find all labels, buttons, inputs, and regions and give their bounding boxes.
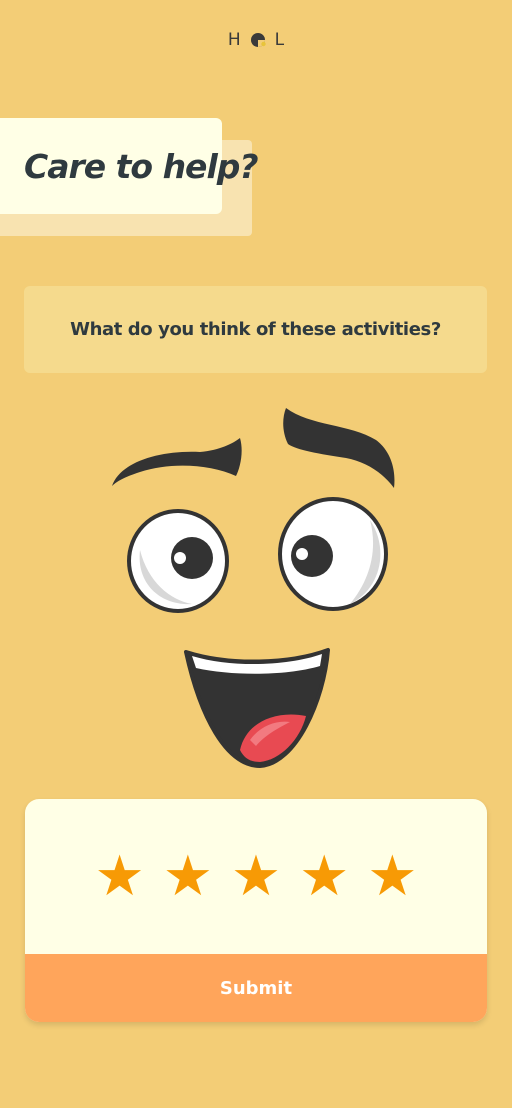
star-icon[interactable]: ★ xyxy=(94,848,144,905)
app-logo: H L xyxy=(0,30,512,50)
happy-face-icon xyxy=(112,408,395,768)
page-title: Care to help? xyxy=(24,146,259,186)
submit-button[interactable]: Submit xyxy=(25,954,487,1022)
left-eye xyxy=(127,509,229,613)
left-eyebrow xyxy=(112,438,242,486)
right-eyebrow xyxy=(283,408,395,488)
logo-mark-icon xyxy=(250,33,266,47)
rating-card: ★ ★ ★ ★ ★ Submit xyxy=(25,799,487,1022)
right-eye xyxy=(278,497,388,611)
question-box: What do you think of these activities? xyxy=(24,286,487,373)
star-icon[interactable]: ★ xyxy=(367,848,417,905)
logo-letter-l: L xyxy=(274,30,285,50)
star-icon[interactable]: ★ xyxy=(231,848,281,905)
smiling-mouth xyxy=(184,648,330,768)
star-icon[interactable]: ★ xyxy=(163,848,213,905)
question-text: What do you think of these activities? xyxy=(70,319,441,340)
logo-letter-h: H xyxy=(227,30,241,50)
star-icon[interactable]: ★ xyxy=(299,848,349,905)
title-card: Care to help? xyxy=(0,118,259,214)
star-rating[interactable]: ★ ★ ★ ★ ★ xyxy=(25,799,487,954)
